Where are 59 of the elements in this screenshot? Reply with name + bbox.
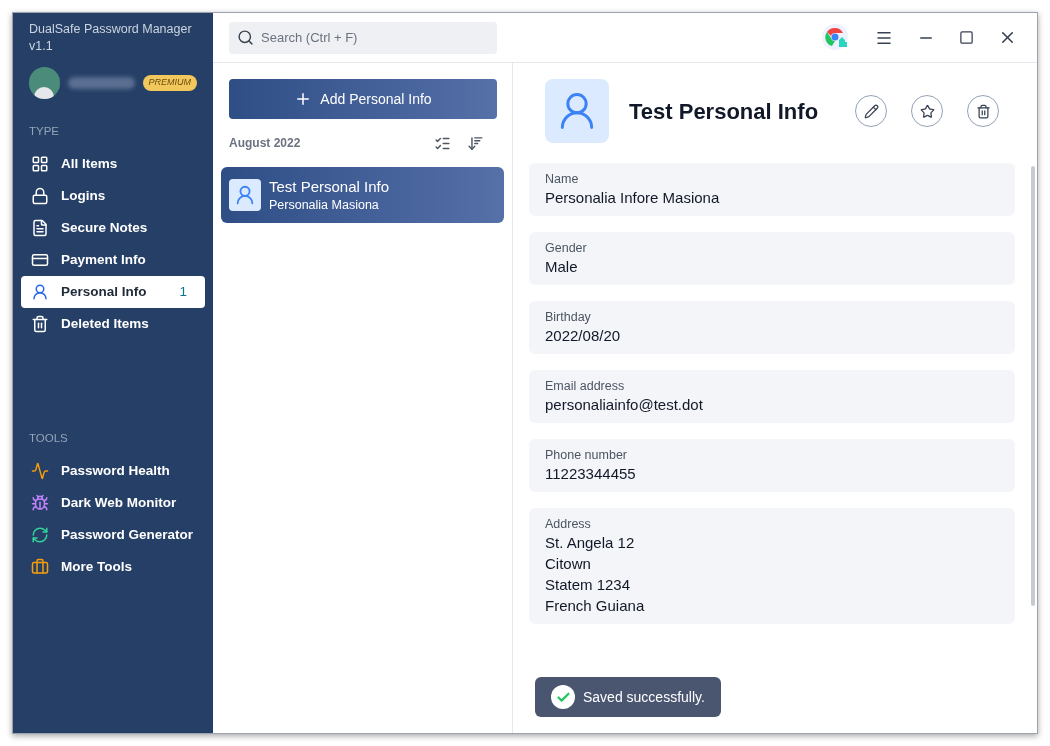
person-icon: [545, 79, 609, 143]
detail-title: Test Personal Info: [629, 97, 819, 126]
group-heading: August 2022: [229, 135, 301, 152]
list-item[interactable]: Test Personal Info Personalia Masiona: [221, 167, 504, 223]
trash-icon: [31, 315, 49, 334]
sidebar-item[interactable]: Password Generator: [21, 519, 205, 551]
pencil-icon: [863, 103, 879, 119]
field-label: Name: [545, 171, 580, 187]
document-icon: [31, 219, 49, 238]
sidebar-item[interactable]: Dark Web Monitor: [21, 487, 205, 519]
browser-extension-icon[interactable]: [821, 22, 851, 53]
maximize-icon[interactable]: [959, 30, 974, 45]
sidebar-item[interactable]: Password Health: [21, 455, 205, 487]
sidebar-item[interactable]: Payment Info: [21, 244, 205, 277]
item-count: 1: [179, 283, 188, 302]
field-value: 2022/08/20: [545, 326, 622, 346]
item-title: Test Personal Info: [269, 177, 390, 197]
search-icon: [237, 28, 254, 46]
grid-icon: [31, 155, 49, 174]
star-icon: [919, 103, 935, 119]
app-title: DualSafe Password Manager v1.1: [28, 21, 193, 55]
premium-badge: PREMIUM: [142, 75, 197, 91]
section-heading: TYPE: [28, 124, 61, 139]
sidebar-item[interactable]: Personal Info 1: [21, 276, 205, 309]
sidebar-item[interactable]: Logins: [21, 180, 205, 213]
briefcase-icon: [31, 558, 49, 576]
field-value: St. Angela 12: [545, 533, 636, 553]
field-label: Birthday: [545, 309, 592, 325]
avatar-icon: [29, 67, 60, 99]
sidebar-item[interactable]: More Tools: [21, 551, 205, 583]
sort-icon[interactable]: [467, 134, 484, 152]
field-label: Gender: [545, 240, 588, 256]
sidebar-item[interactable]: Deleted Items: [21, 308, 205, 341]
lock-icon: [31, 187, 49, 206]
sidebar-item[interactable]: Secure Notes: [21, 212, 205, 245]
refresh-icon: [31, 526, 49, 544]
field-value: Personalia Infore Masiona: [545, 188, 721, 208]
add-button[interactable]: Add Personal Info: [229, 79, 497, 119]
field-value: Citown: [545, 554, 592, 574]
toast-message: Saved successfully.: [583, 687, 705, 707]
sidebar-item[interactable]: All Items: [21, 148, 205, 181]
field-value: personaliainfo@test.dot: [545, 395, 704, 415]
field-value: Male: [545, 257, 579, 277]
check-icon: [551, 685, 575, 709]
blurred-username: [67, 77, 135, 89]
person-icon: [31, 283, 49, 302]
field-label: Email address: [545, 378, 626, 394]
item-subtitle: Personalia Masiona: [269, 197, 380, 213]
person-icon: [229, 179, 261, 211]
search-field[interactable]: Search (Ctrl + F): [229, 21, 497, 54]
pulse-icon: [31, 462, 49, 480]
field-value: Statem 1234: [545, 575, 632, 595]
trash-icon: [975, 103, 991, 119]
field-label: Phone number: [545, 447, 628, 463]
field-value: 11223344455: [545, 464, 637, 484]
field-value: French Guiana: [545, 596, 646, 616]
section-heading: TOOLS: [28, 430, 69, 446]
scrollbar[interactable]: [1031, 166, 1035, 606]
field-label: Address: [545, 516, 592, 532]
